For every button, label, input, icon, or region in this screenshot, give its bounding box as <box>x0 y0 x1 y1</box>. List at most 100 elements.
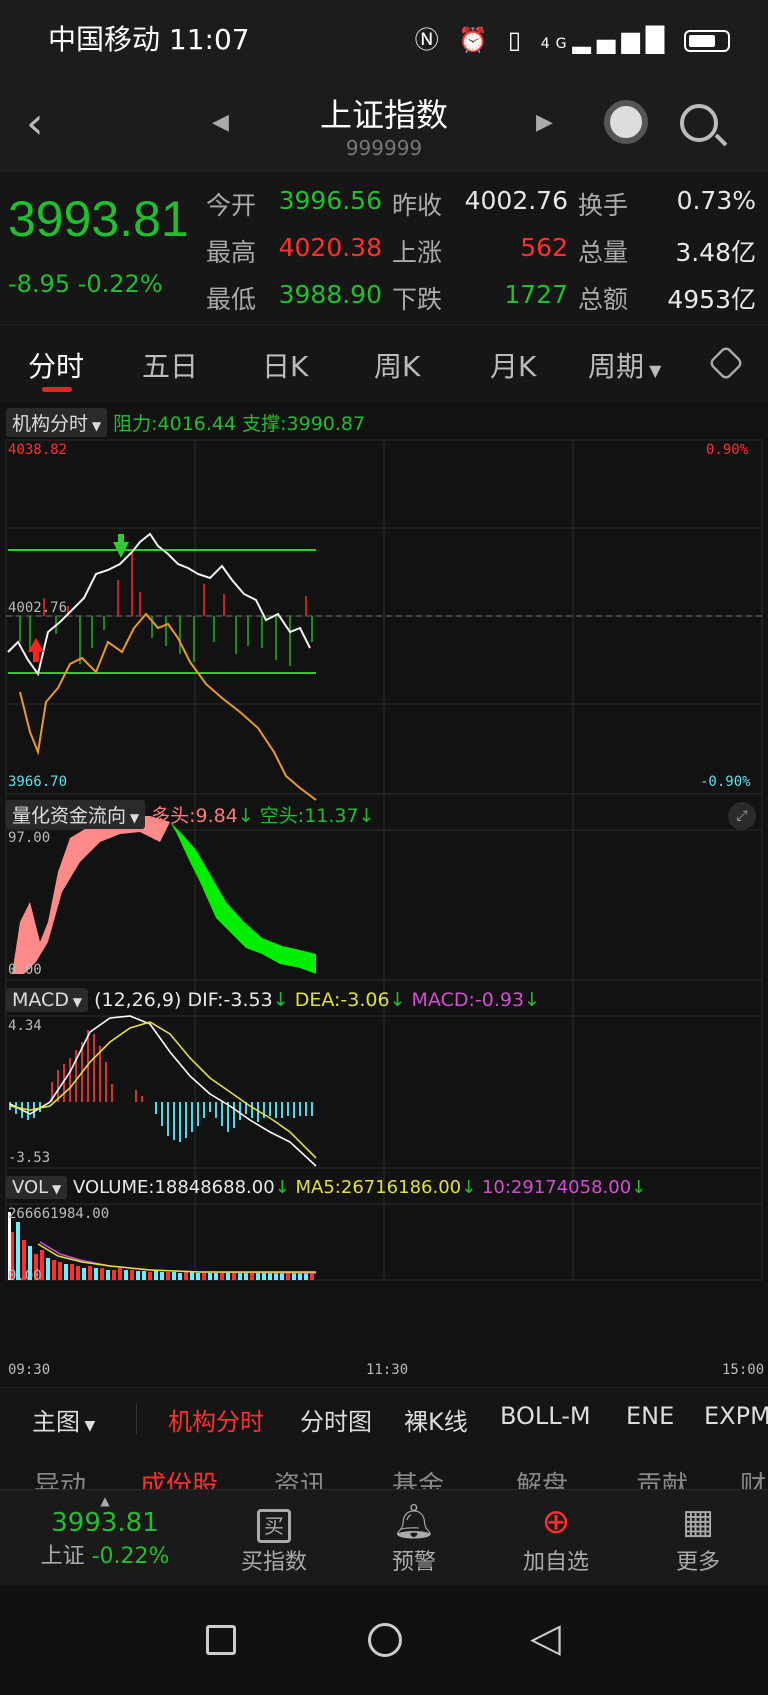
nav-label: 买指数 <box>240 1550 307 1575</box>
down-arrow-icon: ↓ <box>274 1177 290 1198</box>
mini-name: 上证 <box>40 1544 85 1569</box>
down-arrow-icon: ↓ <box>461 1177 477 1198</box>
sub-tab-contribution[interactable]: 贡献 <box>636 1465 688 1489</box>
carrier-time: 中国移动 11:07 <box>48 23 250 56</box>
sub-tab-abnormal[interactable]: 异动 <box>34 1465 86 1489</box>
sub-tab-funds[interactable]: 基金 <box>392 1465 444 1489</box>
time-axis-start: 09:30 <box>8 1362 51 1378</box>
macd-selector[interactable]: MACD ▼ <box>6 988 89 1012</box>
vibrate-icon: ▯ <box>507 26 528 54</box>
macd-histogram <box>9 1030 313 1142</box>
toolbar-item-naked-k[interactable]: 裸K线 <box>404 1402 468 1437</box>
nav-add-watchlist[interactable]: ⊕ 加自选 <box>496 1500 616 1576</box>
mini-quote[interactable]: ▲ 3993.81 上证 -0.22% <box>40 1494 170 1570</box>
alarm-icon: ⏰ <box>458 26 495 54</box>
toolbar-item-ene[interactable]: ENE <box>626 1402 674 1430</box>
nav-alert[interactable]: 🔔︎ 预警 <box>354 1500 474 1576</box>
current-price: 3993.81 <box>8 191 189 247</box>
main-chart-selector[interactable]: 主图 ▼ <box>32 1402 95 1437</box>
quote-label: 今开 <box>206 191 257 220</box>
quote-value: 1727 <box>504 280 568 309</box>
quote-label: 下跌 <box>392 285 443 314</box>
macd-min-label: -3.53 <box>8 1150 51 1166</box>
macd-value: MACD:-0.93 <box>411 989 525 1011</box>
chevron-down-icon: ▼ <box>80 1418 96 1434</box>
intraday-mid-label: 4002.76 <box>8 600 68 616</box>
period-tabs: 分时 五日 日K 周K 月K 周期 ▼ <box>0 324 768 402</box>
flow-bear-label: 空头:11.37 <box>259 805 359 827</box>
vol-header: VOL ▼ VOLUME:18848688.00↓ MA5:26716186.0… <box>6 1176 646 1199</box>
down-arrow-icon: ↓ <box>524 989 540 1011</box>
tab-monthly-k[interactable]: 月K <box>490 345 536 385</box>
flow-selector-label: 量化资金流向 <box>12 805 127 827</box>
sub-tab-analysis[interactable]: 解盘 <box>516 1465 568 1489</box>
settings-icon[interactable] <box>707 344 745 382</box>
chart-area: 机构分时 ▼ 阻力:4016.44 支撑:3990.87 4038.82 0.9… <box>0 402 768 1387</box>
chevron-down-icon: ▼ <box>88 419 102 433</box>
macd-dif: DIF:-3.53 <box>187 989 273 1011</box>
search-icon[interactable] <box>680 104 718 142</box>
status-icons: Ⓝ ⏰ ▯ 4G▂▄▆█ <box>415 20 730 55</box>
sub-tab-news[interactable]: 资讯 <box>274 1465 326 1489</box>
buy-icon: 买 <box>214 1500 334 1544</box>
dif-line <box>9 1015 317 1167</box>
quote-label: 上涨 <box>392 238 443 267</box>
time-axis-end: 15:00 <box>722 1362 765 1378</box>
price-change: -8.95 -0.22% <box>8 270 163 298</box>
quote-label: 总量 <box>578 238 629 267</box>
recents-icon[interactable] <box>206 1625 236 1655</box>
sub-tab-constituents[interactable]: 成份股 <box>140 1465 218 1489</box>
bell-icon: 🔔︎ <box>392 1502 436 1542</box>
signal-icon: 4G <box>540 36 573 52</box>
home-icon[interactable] <box>368 1623 402 1657</box>
status-bar: 中国移动 11:07 Ⓝ ⏰ ▯ 4G▂▄▆█ <box>0 0 768 80</box>
vol-ma5: MA5:26716186.00 <box>295 1177 462 1198</box>
intraday-selector-label: 机构分时 <box>12 413 89 435</box>
nav-label: 更多 <box>675 1550 720 1575</box>
change-percent: -0.22% <box>77 270 163 298</box>
sub-tab-finance[interactable]: 财 <box>740 1465 766 1489</box>
quote-value: 3988.90 <box>278 280 382 309</box>
macd-params: (12,26,9) <box>94 989 182 1011</box>
intraday-high-label: 4038.82 <box>8 442 68 458</box>
time-axis-mid: 11:30 <box>366 1362 409 1378</box>
flow-bull-label: 多头:9.84 <box>151 805 238 827</box>
quote-value: 3996.56 <box>278 186 382 215</box>
macd-header: MACD ▼ (12,26,9) DIF:-3.53↓ DEA:-3.06↓ M… <box>6 988 540 1012</box>
tab-weekly-k[interactable]: 周K <box>374 345 420 385</box>
tab-intraday[interactable]: 分时 <box>28 345 84 385</box>
flow-selector[interactable]: 量化资金流向 ▼ <box>6 800 146 829</box>
chevron-down-icon: ▼ <box>48 1182 62 1196</box>
next-stock-icon[interactable]: ▶ <box>536 110 553 135</box>
nfc-icon: Ⓝ <box>414 26 445 54</box>
macd-dea: DEA:-3.06 <box>294 989 390 1011</box>
back-nav-icon[interactable]: ◁ <box>530 1615 561 1661</box>
quote-value: 3.48亿 <box>675 238 756 267</box>
grid-icon: ▦ <box>681 1502 715 1542</box>
mini-pct: -0.22% <box>91 1544 170 1569</box>
vol-selector-label: VOL <box>12 1177 49 1198</box>
quote-label: 最高 <box>206 238 257 267</box>
expand-icon[interactable]: ⤢ <box>728 802 756 830</box>
toolbar-item-expm[interactable]: EXPM <box>704 1402 768 1430</box>
toolbar-item-boll[interactable]: BOLL-M <box>500 1402 591 1430</box>
tab-period[interactable]: 周期 ▼ <box>588 345 661 385</box>
orange-line <box>19 612 317 801</box>
quote-value: 4020.38 <box>278 233 382 262</box>
bottom-nav: ▲ 3993.81 上证 -0.22% 买 买指数 🔔︎ 预警 ⊕ 加自选 ▦ … <box>0 1489 768 1585</box>
mascot-icon[interactable] <box>604 100 648 144</box>
vol-selector[interactable]: VOL ▼ <box>6 1176 68 1199</box>
toolbar-item-timeshare[interactable]: 分时图 <box>300 1402 372 1437</box>
vol-ma10-line <box>39 1241 317 1274</box>
quote-value: 4002.76 <box>464 186 568 215</box>
tab-five-day[interactable]: 五日 <box>142 345 198 385</box>
tab-daily-k[interactable]: 日K <box>262 345 308 385</box>
toolbar-item-institution[interactable]: 机构分时 <box>168 1402 264 1437</box>
nav-more[interactable]: ▦ 更多 <box>638 1500 758 1576</box>
nav-buy-index[interactable]: 买 买指数 <box>214 1500 334 1576</box>
page-title: 上证指数 <box>319 96 448 134</box>
stock-code: 999999 <box>345 136 423 160</box>
change-value: -8.95 <box>8 270 71 298</box>
intraday-selector[interactable]: 机构分时 ▼ <box>6 408 108 437</box>
buy-glyph: 买 <box>257 1509 291 1543</box>
